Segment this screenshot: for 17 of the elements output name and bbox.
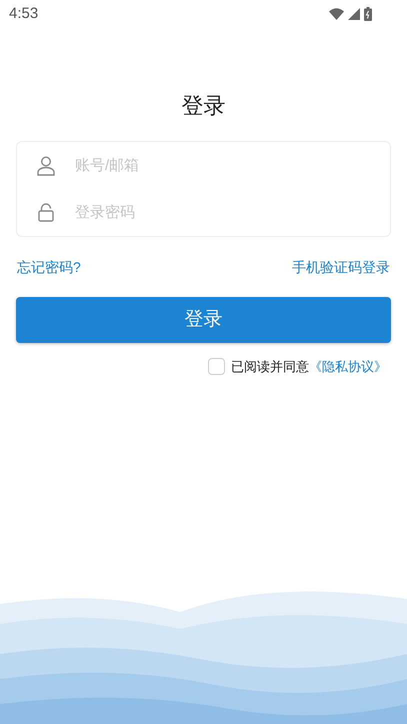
- lock-icon: [38, 203, 54, 222]
- login-button[interactable]: 登录: [16, 297, 391, 343]
- forgot-password-link[interactable]: 忘记密码?: [17, 257, 81, 278]
- account-field[interactable]: 账号/邮箱: [16, 141, 391, 189]
- user-icon: [37, 156, 55, 176]
- privacy-link[interactable]: 《隐私协议》: [309, 359, 387, 374]
- account-input[interactable]: 账号/邮箱: [75, 146, 390, 186]
- status-time: 4:53: [9, 4, 38, 24]
- page-title: 登录: [182, 92, 226, 120]
- password-field[interactable]: 登录密码: [16, 189, 391, 237]
- sms-login-link[interactable]: 手机验证码登录: [292, 257, 390, 278]
- agreement-checkbox[interactable]: [208, 358, 225, 376]
- password-input[interactable]: 登录密码: [75, 192, 390, 232]
- signal-icon: [348, 8, 360, 20]
- wifi-icon: [329, 8, 344, 20]
- agreement-text: 已阅读并同意: [231, 359, 309, 374]
- battery-icon: [364, 7, 372, 21]
